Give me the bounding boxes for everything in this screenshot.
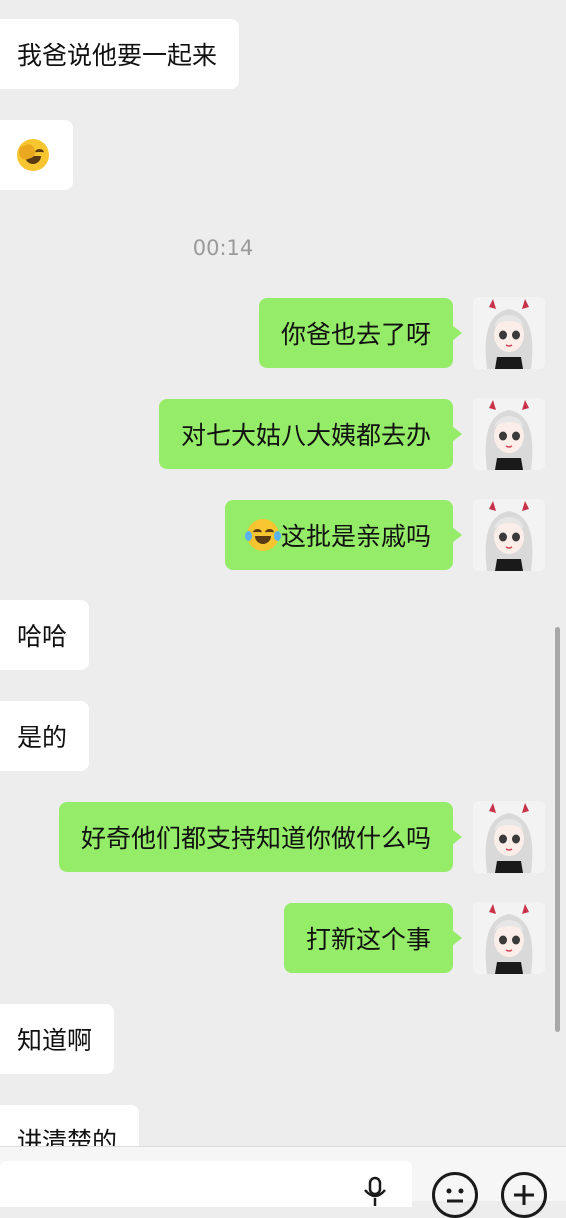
chat-scrollbar[interactable]: [555, 627, 560, 1032]
message-text: 对七大姑八大姨都去办: [180, 421, 431, 450]
emoji-face-icon[interactable]: [432, 1172, 478, 1218]
face-palm-emoji-icon: [17, 139, 49, 171]
message-timestamp: 00:14: [192, 236, 254, 260]
avatar[interactable]: [473, 902, 545, 974]
message-text: 哈哈: [17, 622, 68, 651]
message-text: 是的: [17, 723, 68, 752]
avatar[interactable]: [473, 801, 545, 873]
message-bubble-outgoing[interactable]: 打新这个事: [283, 903, 463, 973]
message-bubble-incoming[interactable]: 是的: [0, 701, 90, 771]
message-text: 我爸说他要一起来: [17, 41, 218, 70]
message-text: 打新这个事: [305, 925, 431, 954]
avatar[interactable]: [473, 297, 545, 369]
message-bubble-incoming[interactable]: [0, 120, 73, 190]
message-text: 好奇他们都支持知道你做什么吗: [80, 824, 431, 853]
message-bubble-outgoing[interactable]: 你爸也去了呀: [258, 298, 463, 368]
message-bubble-outgoing[interactable]: 好奇他们都支持知道你做什么吗: [58, 802, 463, 872]
microphone-icon[interactable]: [362, 1176, 388, 1206]
chat-area[interactable]: 我爸说他要一起来 00:14 你爸也去了呀 对七大姑八大姨都去办 这批是亲戚吗 …: [0, 0, 566, 1146]
message-bubble-incoming[interactable]: 知道啊: [0, 1004, 115, 1074]
message-bubble-outgoing[interactable]: 这批是亲戚吗: [224, 500, 463, 570]
message-text: 讲清楚的: [17, 1127, 118, 1146]
message-bubble-incoming[interactable]: 讲清楚的: [0, 1105, 140, 1146]
message-input[interactable]: [0, 1161, 412, 1207]
message-text: 这批是亲戚吗: [280, 522, 431, 551]
avatar[interactable]: [473, 398, 545, 470]
message-text: 你爸也去了呀: [280, 320, 431, 349]
plus-icon[interactable]: [501, 1172, 547, 1218]
message-bubble-incoming[interactable]: 我爸说他要一起来: [0, 19, 240, 89]
message-bubble-incoming[interactable]: 哈哈: [0, 600, 90, 670]
message-text: 知道啊: [17, 1026, 93, 1055]
avatar[interactable]: [473, 499, 545, 571]
message-bubble-outgoing[interactable]: 对七大姑八大姨都去办: [158, 399, 463, 469]
tears-of-joy-emoji-icon: [244, 519, 281, 551]
input-bar: [0, 1146, 566, 1207]
